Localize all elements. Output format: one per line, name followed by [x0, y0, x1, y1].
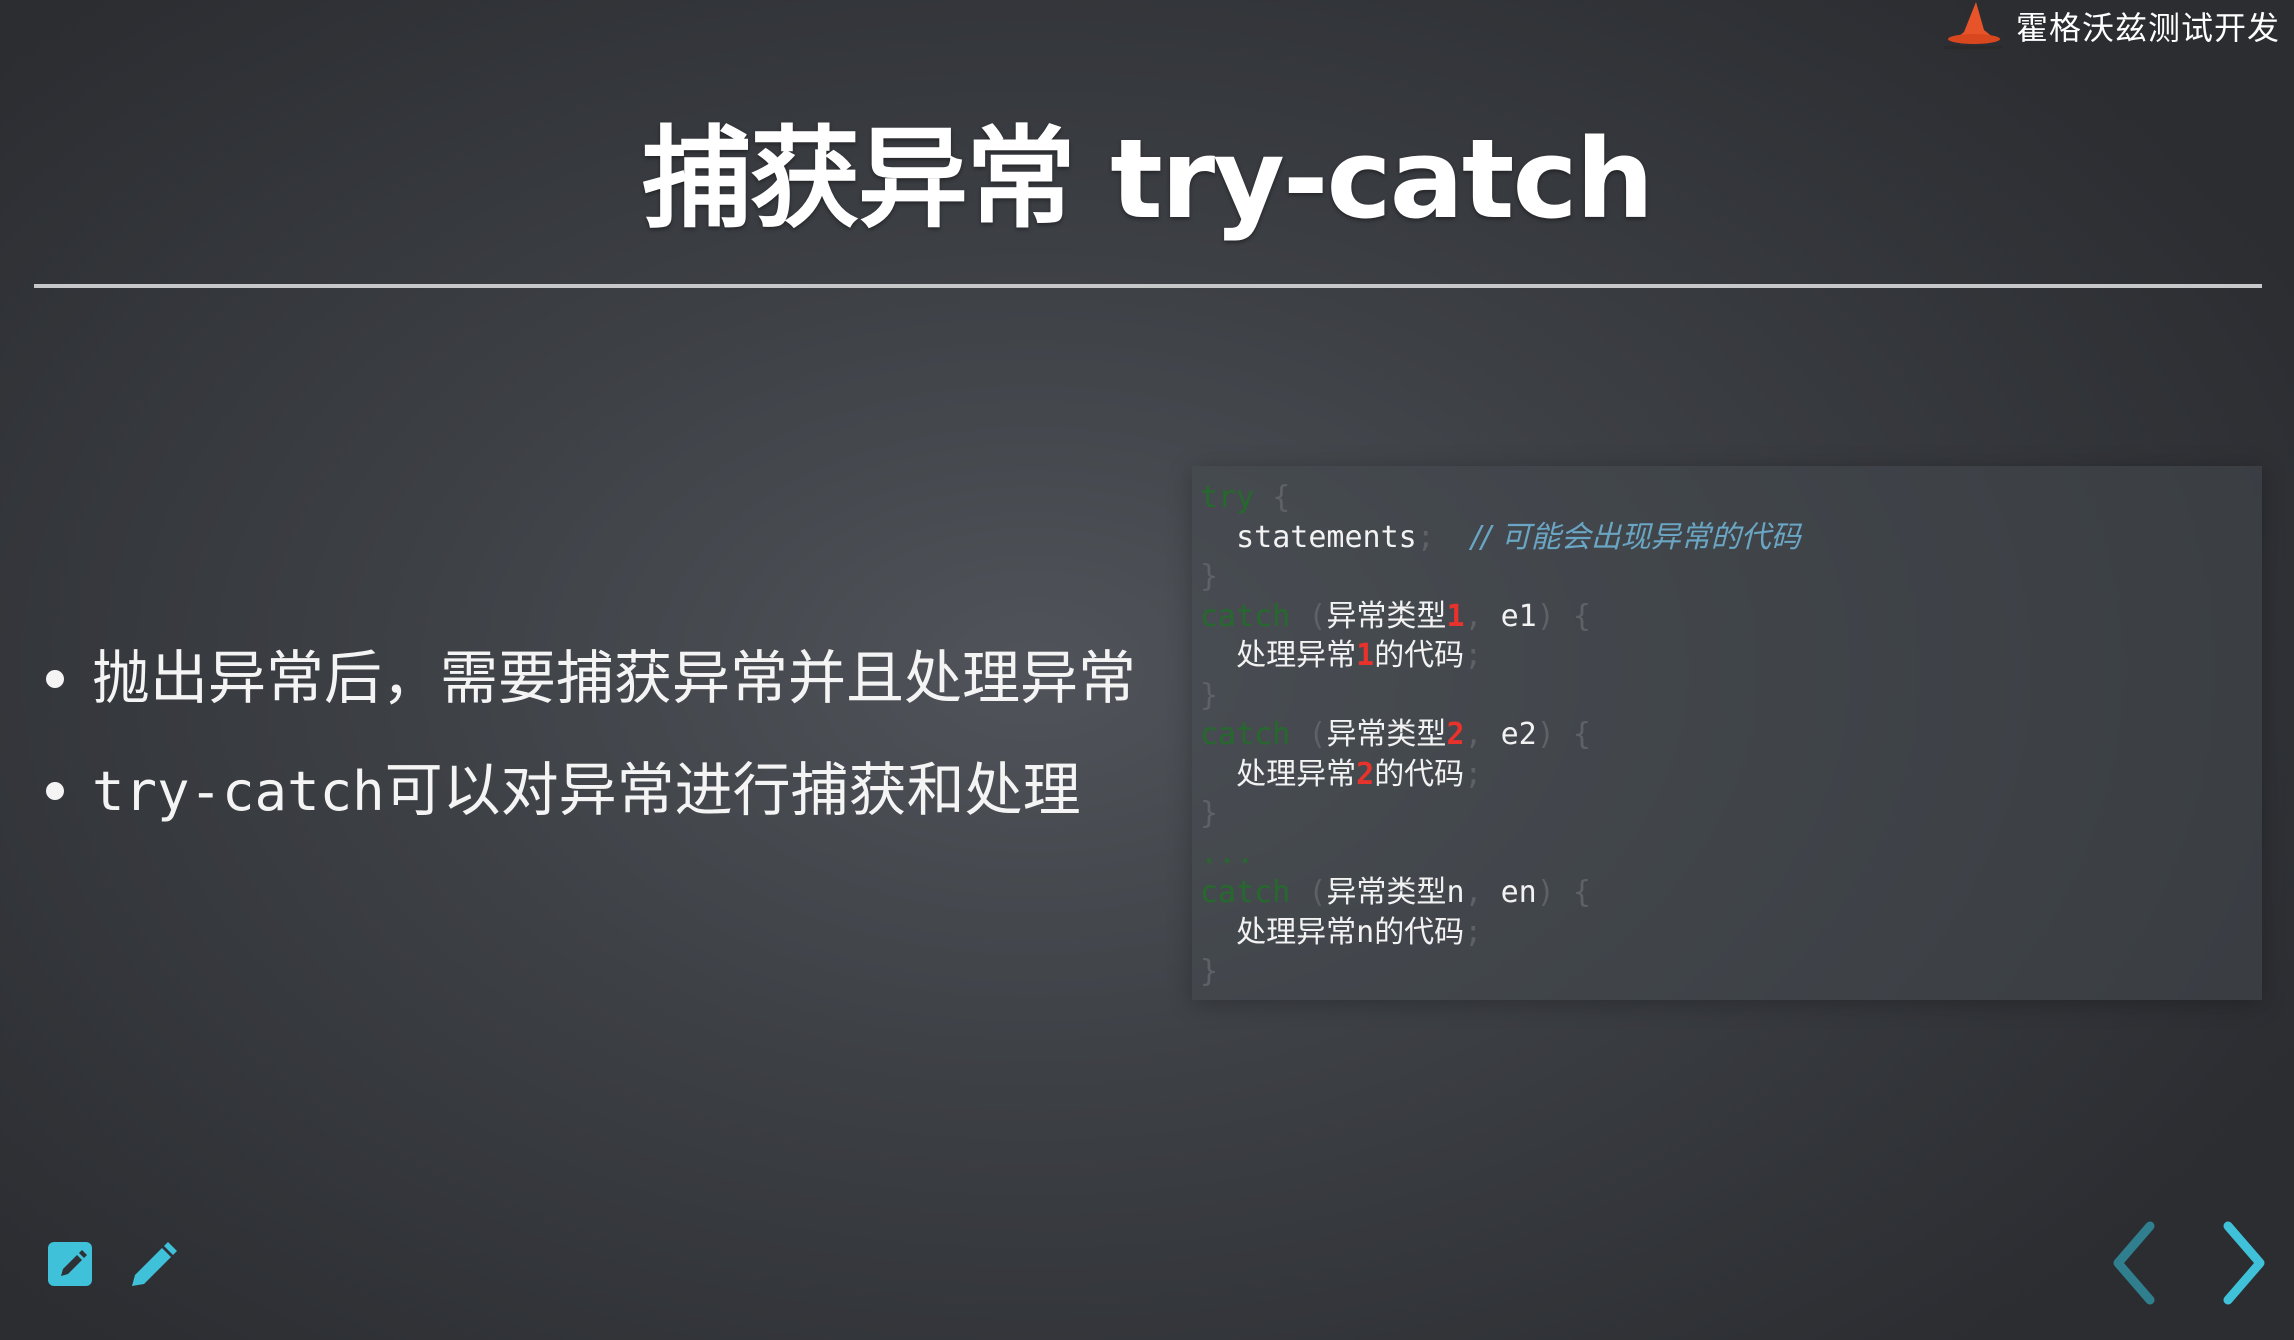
code-line: try {	[1200, 478, 2262, 518]
code-type: 异常类型	[1326, 717, 1447, 752]
code-highlight: 2	[1446, 717, 1465, 752]
brand-name: 霍格沃兹测试开发	[2015, 9, 2280, 47]
bullet-list: 抛出异常后，需要捕获异常并且处理异常 try-catch可以对异常进行捕获和处理	[44, 622, 1136, 848]
code-type: 异常类型	[1326, 598, 1447, 634]
code-identifier: e2	[1500, 717, 1537, 752]
code-line: catch (异常类型1, e1) {	[1200, 597, 2262, 637]
code-line: }	[1200, 794, 2262, 834]
code-type: 异常类型	[1326, 875, 1447, 910]
pencil-icon[interactable]	[126, 1240, 178, 1292]
edit-square-icon[interactable]	[46, 1240, 98, 1292]
code-punct: }	[1200, 559, 1219, 594]
code-punct: }	[1200, 796, 1219, 831]
code-highlight: 2	[1356, 756, 1375, 792]
code-punct: (	[1308, 598, 1327, 634]
code-line: statements; // 可能会出现异常的代码	[1200, 518, 2262, 558]
chevron-right-icon[interactable]	[2214, 1220, 2274, 1306]
code-text: 的代码	[1374, 914, 1465, 950]
code-punct: )	[1536, 717, 1555, 752]
code-punct: {	[1572, 598, 1591, 634]
code-punct: (	[1308, 875, 1327, 910]
code-text: 处理异常	[1236, 914, 1357, 950]
code-line: }	[1200, 557, 2262, 597]
code-punct: (	[1308, 717, 1327, 752]
slide-title: 捕获异常 try-catch	[641, 115, 1654, 243]
code-text: 处理异常	[1236, 756, 1357, 792]
code-punct: {	[1572, 875, 1591, 910]
code-text: 处理异常	[1236, 638, 1357, 673]
code-identifier: n	[1446, 875, 1465, 910]
code-line: ...	[1200, 834, 2262, 874]
code-punct: }	[1200, 954, 1219, 989]
code-line: 处理异常n的代码;	[1200, 913, 2262, 953]
code-punct: ;	[1464, 756, 1483, 792]
bullet-dot	[46, 670, 64, 688]
code-punct: ,	[1464, 717, 1483, 752]
code-keyword: catch	[1200, 598, 1291, 634]
code-punct: )	[1536, 875, 1555, 910]
code-identifier: statements	[1236, 519, 1417, 555]
code-punct: ,	[1464, 598, 1483, 634]
code-text: 的代码	[1374, 756, 1465, 792]
code-keyword: try	[1200, 480, 1255, 515]
code-punct: ,	[1464, 875, 1483, 910]
code-identifier: n	[1356, 914, 1375, 950]
bullet-dot	[46, 782, 64, 800]
code-punct: {	[1272, 480, 1291, 515]
code-highlight: 1	[1446, 598, 1465, 634]
code-line: }	[1200, 952, 2262, 992]
code-punct: {	[1572, 717, 1591, 752]
code-punct: ;	[1416, 519, 1435, 555]
bullet-text: 抛出异常后，需要捕获异常并且处理异常	[92, 644, 1137, 712]
code-line: catch (异常类型2, e2) {	[1200, 715, 2262, 755]
bullet-item: 抛出异常后，需要捕获异常并且处理异常	[44, 622, 1136, 734]
bullet-text: 可以对异常进行捕获和处理	[384, 756, 1081, 824]
wizard-hat-icon	[1943, 2, 2002, 49]
bullet-code-term: try-catch	[92, 760, 385, 823]
code-line: catch (异常类型n, en) {	[1200, 873, 2262, 913]
title-divider	[34, 284, 2262, 288]
code-keyword: catch	[1200, 717, 1291, 752]
code-comment: // 可能会出现异常的代码	[1470, 519, 1801, 555]
code-identifier: en	[1500, 875, 1537, 910]
code-punct: )	[1536, 598, 1555, 634]
code-keyword: catch	[1200, 875, 1291, 910]
code-identifier: e1	[1500, 598, 1537, 634]
chevron-left-icon[interactable]	[2104, 1220, 2164, 1306]
code-highlight: 1	[1356, 638, 1375, 673]
code-line: 处理异常2的代码;	[1200, 755, 2262, 795]
code-line: }	[1200, 676, 2262, 716]
brand: 霍格沃兹测试开发	[1940, 0, 2280, 52]
code-ellipsis: ...	[1200, 835, 1255, 871]
code-punct: ;	[1464, 638, 1483, 673]
code-punct: ;	[1464, 914, 1483, 950]
code-line: 处理异常1的代码;	[1200, 636, 2262, 676]
bullet-item: try-catch可以对异常进行捕获和处理	[44, 734, 1136, 848]
code-text: 的代码	[1374, 638, 1465, 673]
code-punct: }	[1200, 677, 1219, 713]
code-block: try { statements; // 可能会出现异常的代码 } catch …	[1192, 466, 2262, 1000]
